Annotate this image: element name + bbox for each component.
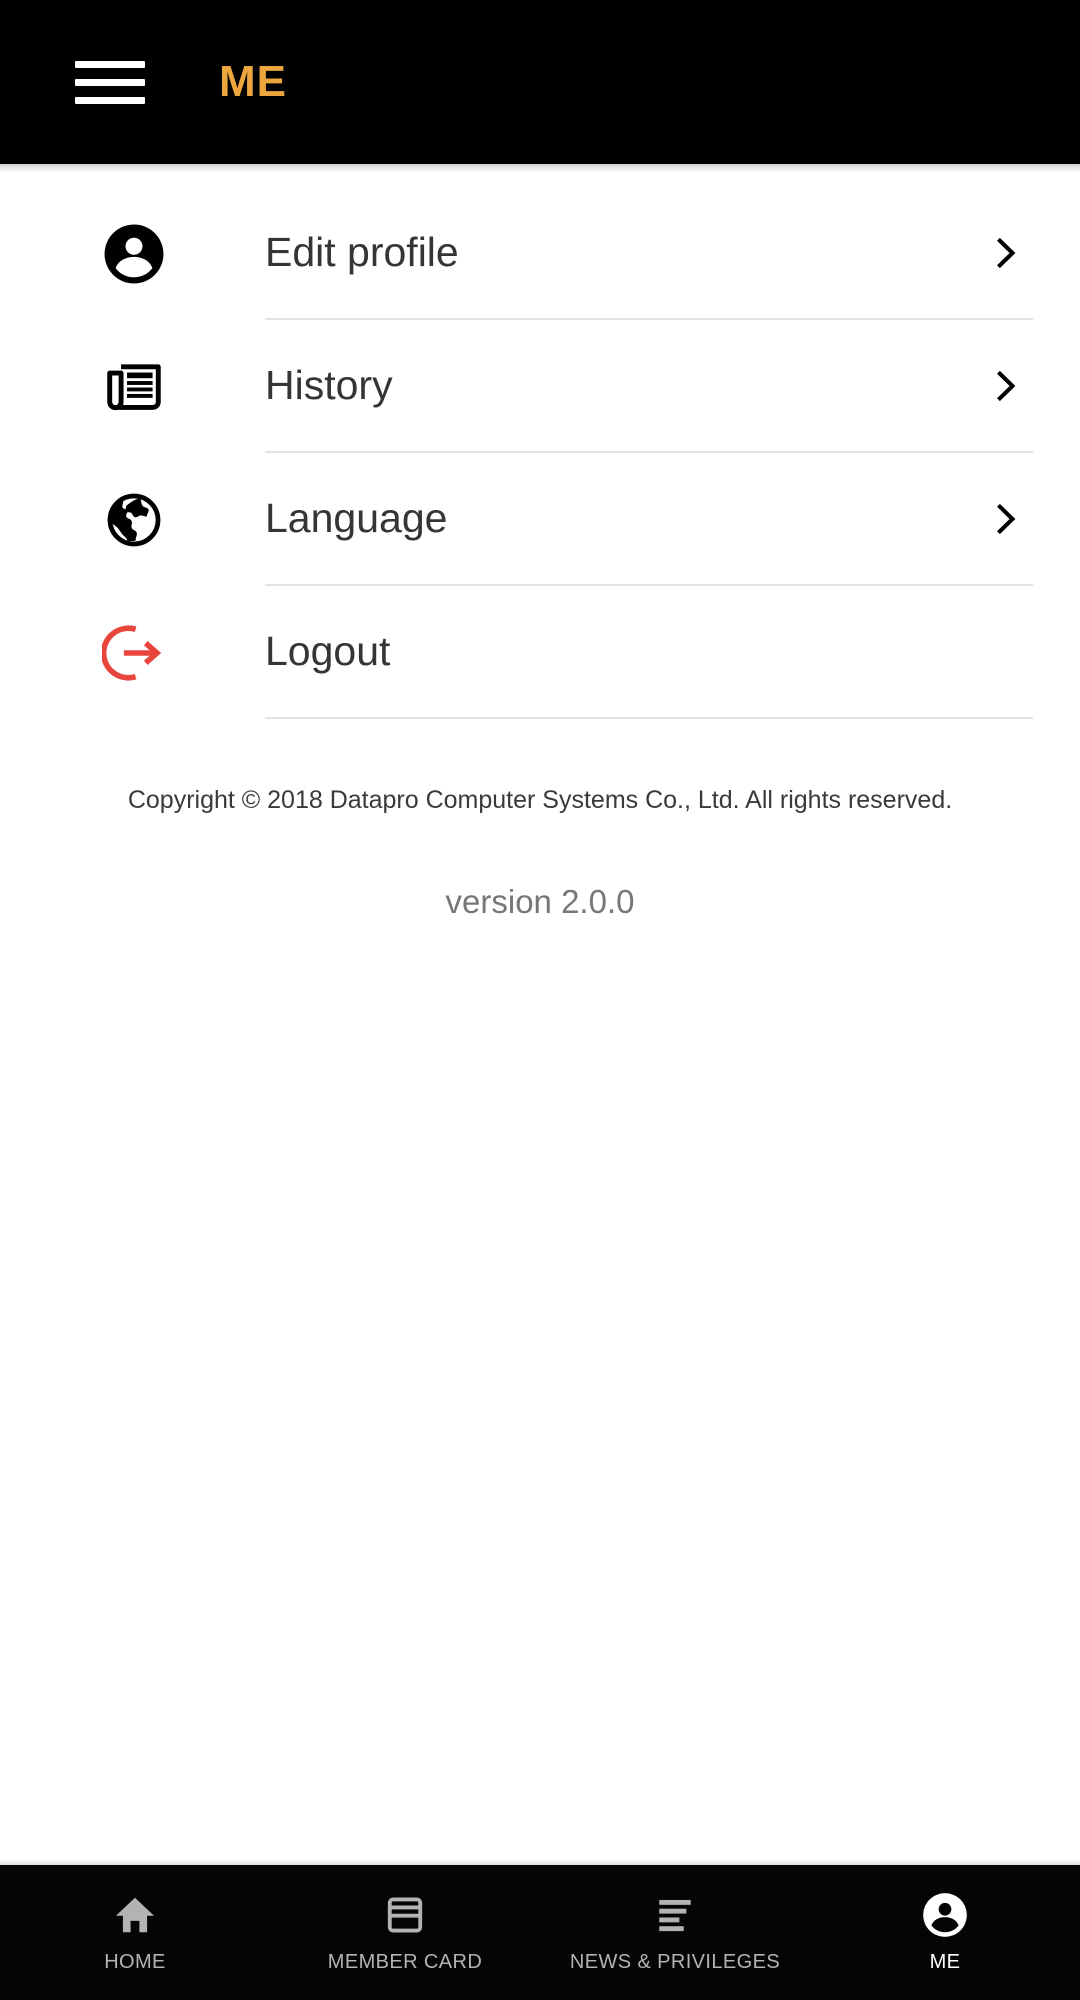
nav-item-news-privileges[interactable]: NEWS & PRIVILEGES (540, 1865, 810, 2000)
app-bar-shadow (0, 164, 1080, 172)
menu-item-logout[interactable]: Logout (0, 586, 1080, 719)
page-title: ME (219, 57, 287, 106)
nav-item-me[interactable]: ME (810, 1865, 1080, 2000)
hamburger-line (75, 60, 145, 68)
align-left-lines-icon (651, 1891, 699, 1939)
menu-item-history[interactable]: History (0, 320, 1080, 453)
nav-item-label: MEMBER CARD (327, 1951, 483, 1973)
copyright-text: Copyright © 2018 Datapro Computer System… (127, 786, 953, 814)
logout-arrow-icon (101, 586, 167, 719)
menu-item-language[interactable]: Language (0, 453, 1080, 586)
menu-item-row-body: Language (265, 453, 1033, 586)
version-text: version 2.0.0 (445, 883, 635, 920)
menu-item-label: History (265, 362, 393, 408)
home-icon (111, 1891, 159, 1939)
main-content: Edit profile History Language Logout Cop… (0, 172, 1080, 1859)
menu-item-row-body: Logout (265, 586, 1033, 719)
menu-item-label: Language (265, 495, 448, 541)
nav-item-label: NEWS & PRIVILEGES (569, 1951, 781, 1973)
hamburger-menu-icon[interactable] (75, 54, 145, 110)
hamburger-line (75, 96, 145, 104)
account-circle-icon (101, 187, 167, 320)
account-circle-icon (921, 1891, 969, 1939)
menu-item-edit-profile[interactable]: Edit profile (0, 187, 1080, 320)
menu-item-row-body: Edit profile (265, 187, 1033, 320)
globe-icon (101, 453, 167, 586)
nav-item-member-card[interactable]: MEMBER CARD (270, 1865, 540, 2000)
credit-card-icon (381, 1891, 429, 1939)
menu-item-label: Logout (265, 628, 391, 674)
hamburger-line (75, 78, 145, 86)
nav-item-home[interactable]: HOME (0, 1865, 270, 2000)
menu-item-label: Edit profile (265, 229, 459, 275)
chevron-right-icon[interactable] (987, 235, 1023, 271)
chevron-right-icon[interactable] (987, 368, 1023, 404)
app-bar: ME (0, 0, 1080, 164)
nav-item-label: ME (929, 1951, 961, 1973)
bottom-navigation-bar: HOME MEMBER CARD NEWS & PRIVILEGES ME (0, 1865, 1080, 2000)
nav-item-label: HOME (104, 1951, 166, 1973)
app-screen: ME Edit profile History Language Logout … (0, 0, 1080, 2000)
menu-item-row-body: History (265, 320, 1033, 453)
newspaper-icon (101, 320, 167, 453)
chevron-right-icon[interactable] (987, 501, 1023, 537)
